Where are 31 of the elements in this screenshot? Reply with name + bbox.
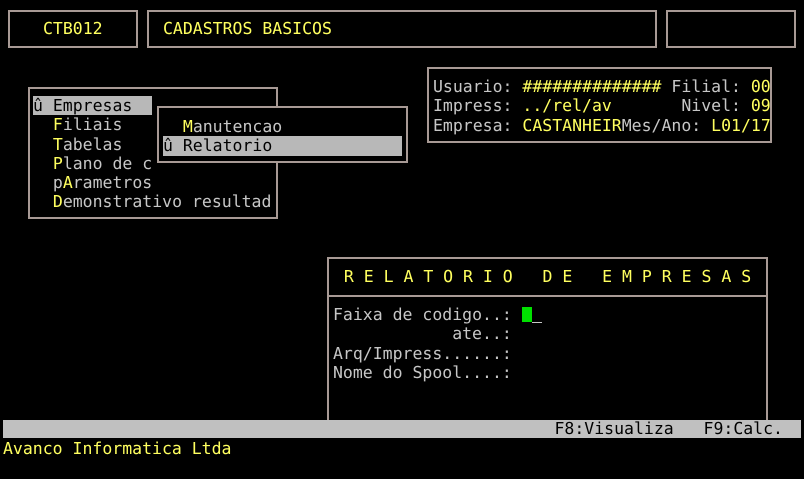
info-label: Nivel: xyxy=(681,96,741,116)
menu-item[interactable]: Tabelas xyxy=(33,134,152,154)
info-label: Usuario: xyxy=(433,77,512,96)
field-label: Faixa de codigo..: xyxy=(333,305,512,324)
info-label: Mes/Ano: xyxy=(622,116,702,135)
menu-item[interactable]: û Relatorio xyxy=(163,136,402,156)
field-label: Nome do Spool....: xyxy=(333,362,512,382)
field-label: ate..: xyxy=(451,324,512,344)
menu-item[interactable]: Filiais xyxy=(33,115,152,135)
function-key-hint: F8:Visualiza xyxy=(554,419,674,439)
info-label: Empresa: xyxy=(433,116,512,135)
info-value: ############## xyxy=(522,77,662,96)
report-title: R E L A T O R I O D E E M P R E S A S xyxy=(329,259,766,297)
info-label: Filial: xyxy=(671,77,741,96)
menu-item[interactable]: Manutencao xyxy=(163,117,402,136)
info-value: 09 xyxy=(750,96,771,116)
field-label: Arq/Impress......: xyxy=(333,344,512,363)
menu-item[interactable]: Demonstrativo resultad xyxy=(33,192,272,212)
info-value: 00 xyxy=(750,77,771,96)
program-code: CTB012 xyxy=(8,10,138,48)
info-value: CASTANHEIR xyxy=(522,116,622,135)
screen-title: CADASTROS BASICOS xyxy=(147,10,657,48)
function-key-hint: F9:Calc. xyxy=(704,419,783,439)
input-field[interactable] xyxy=(522,305,542,324)
menu-item[interactable]: û Empresas xyxy=(33,96,152,116)
info-value: L01/17 xyxy=(711,116,771,135)
menu-item[interactable]: pArametros xyxy=(33,173,152,192)
info-value: ../rel/av xyxy=(522,96,612,116)
menu-item[interactable]: Plano de c xyxy=(33,154,152,174)
info-label: Impress: xyxy=(433,96,512,116)
company-name: Avanco Informatica Ltda xyxy=(2,438,232,460)
